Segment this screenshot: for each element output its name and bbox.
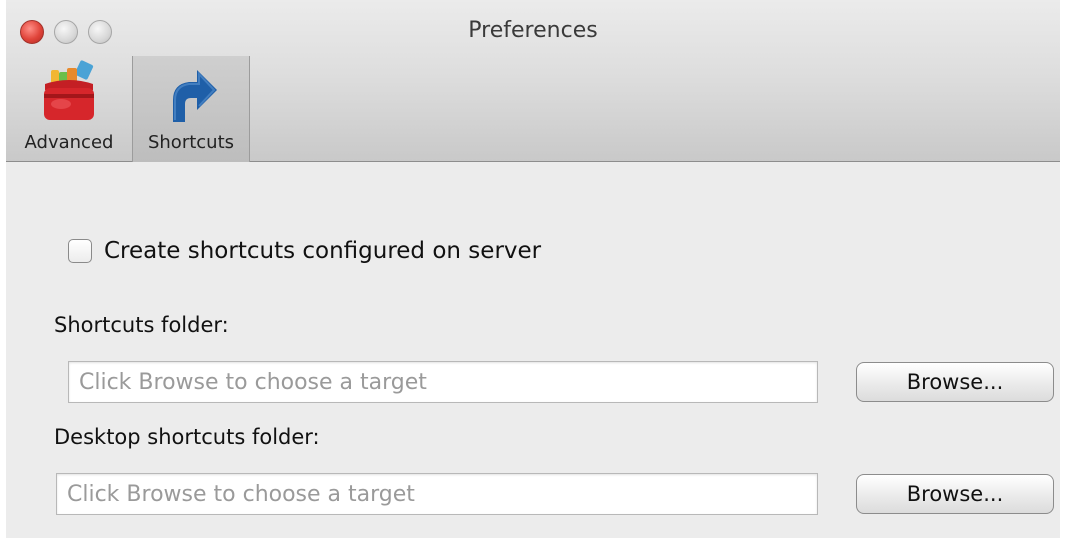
toolbar-item-advanced[interactable]: Advanced	[6, 56, 132, 162]
shortcuts-pane: Create shortcuts configured on server Sh…	[6, 163, 1060, 538]
toolbox-icon	[44, 60, 94, 120]
shortcuts-folder-label: Shortcuts folder:	[54, 313, 229, 337]
window-title: Preferences	[468, 18, 598, 43]
create-shortcuts-label[interactable]: Create shortcuts configured on server	[104, 238, 541, 264]
shortcuts-folder-field[interactable]	[68, 361, 818, 403]
create-shortcuts-row[interactable]: Create shortcuts configured on server	[68, 235, 541, 267]
shortcut-arrow-icon	[173, 70, 217, 122]
titlebar-toolbar: Preferences Advanced Shortcuts	[6, 0, 1060, 162]
preferences-window: Preferences Advanced Shortcuts Create sh…	[6, 0, 1060, 538]
toolbar-item-shortcuts[interactable]: Shortcuts	[132, 56, 250, 162]
desktop-shortcuts-folder-browse-button[interactable]: Browse...	[856, 474, 1054, 514]
desktop-shortcuts-folder-field[interactable]	[56, 473, 818, 515]
toolbar-item-label: Shortcuts	[147, 132, 235, 153]
desktop-shortcuts-folder-label: Desktop shortcuts folder:	[54, 425, 320, 449]
shortcuts-folder-browse-button[interactable]: Browse...	[856, 362, 1054, 402]
create-shortcuts-checkbox[interactable]	[68, 239, 92, 263]
toolbar-item-label: Advanced	[24, 132, 114, 153]
